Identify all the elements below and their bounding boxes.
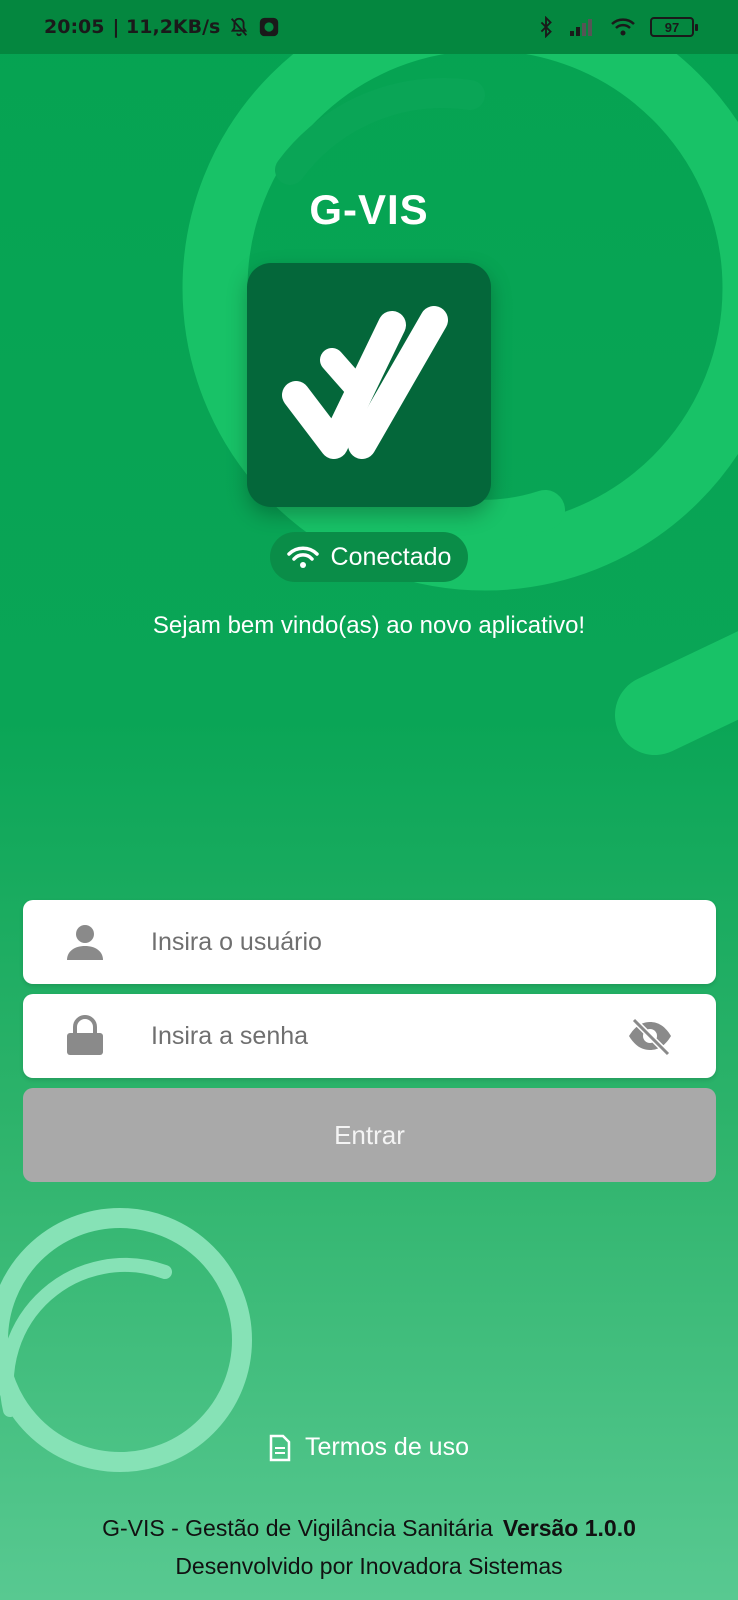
app-icon	[258, 16, 280, 38]
footer-app-info: G-VIS - Gestão de Vigilância Sanitária Ve…	[0, 1515, 738, 1542]
app-version: Versão 1.0.0	[502, 1515, 636, 1541]
lock-icon	[55, 1015, 115, 1057]
background-decoration	[0, 0, 738, 1472]
eye-off-icon[interactable]	[620, 1016, 680, 1056]
bluetooth-icon	[538, 16, 554, 38]
status-right: 97	[538, 16, 698, 38]
wifi-icon	[610, 17, 636, 37]
username-field[interactable]	[23, 900, 716, 984]
user-icon	[55, 922, 115, 962]
signal-icon	[568, 17, 596, 37]
battery-icon: 97	[650, 17, 698, 37]
status-network-speed: | 11,2KB/s	[112, 16, 221, 38]
password-input[interactable]	[151, 1006, 620, 1066]
wifi-icon	[286, 546, 319, 568]
double-check-logo-icon	[282, 306, 448, 459]
welcome-message: Sejam bem vindo(as) ao novo aplicativo!	[152, 612, 586, 639]
login-button[interactable]: Entrar	[23, 1088, 716, 1182]
connection-status-label: Conectado	[330, 542, 452, 571]
status-left: 20:05 | 11,2KB/s	[44, 16, 280, 38]
connection-status-badge: Conectado	[270, 532, 468, 582]
app-fullname: G-VIS - Gestão de Vigilância Sanitária	[102, 1515, 493, 1541]
status-time: 20:05	[44, 16, 105, 38]
username-input[interactable]	[151, 912, 716, 972]
document-icon	[269, 1434, 291, 1461]
terms-link[interactable]: Termos de uso	[0, 1433, 738, 1462]
battery-level: 97	[664, 19, 680, 35]
terms-label[interactable]: Termos de uso	[305, 1433, 469, 1462]
footer-developer: Desenvolvido por Inovadora Sistemas	[175, 1553, 563, 1579]
bell-off-icon	[228, 16, 250, 38]
app-logo	[247, 263, 491, 507]
app-title: G-VIS	[309, 186, 429, 233]
status-bar: 20:05 | 11,2KB/s 97	[0, 0, 738, 54]
password-field[interactable]	[23, 994, 716, 1078]
